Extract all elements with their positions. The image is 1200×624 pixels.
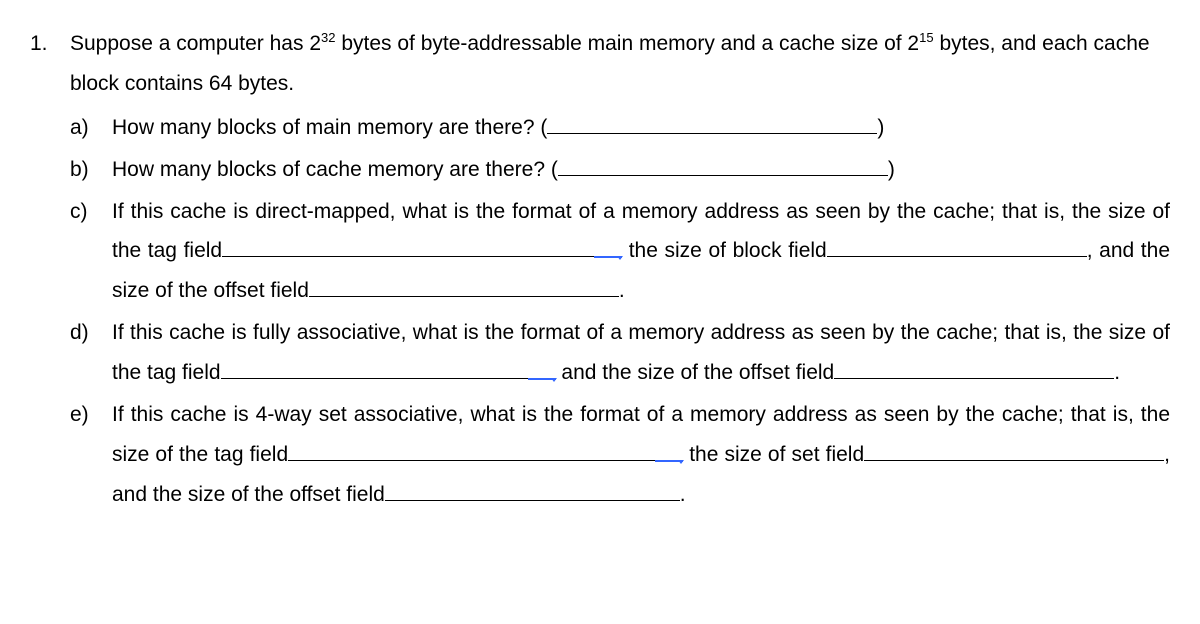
part-e: e) If this cache is 4-way set associativ… (70, 395, 1170, 515)
part-a: a) How many blocks of main memory are th… (70, 108, 1170, 148)
part-d: d) If this cache is fully associative, w… (70, 313, 1170, 393)
part-e-text-2: the size of set field (683, 443, 864, 466)
blank-d-offset[interactable] (834, 359, 1114, 379)
part-d-label: d) (70, 313, 112, 353)
problem-number: 1. (30, 24, 70, 64)
part-c-text-2: the size of block field (622, 239, 827, 262)
blank-a[interactable] (547, 114, 877, 134)
part-a-label: a) (70, 108, 112, 148)
part-b-text-2: ) (888, 158, 895, 181)
part-c-label: c) (70, 192, 112, 232)
part-b-body: How many blocks of cache memory are ther… (112, 150, 1170, 190)
problem-body: Suppose a computer has 232 bytes of byte… (70, 24, 1170, 515)
blank-c-block[interactable] (827, 238, 1087, 258)
part-c: c) If this cache is direct-mapped, what … (70, 192, 1170, 312)
blank-e-tag[interactable] (288, 441, 683, 461)
cursor-icon (594, 256, 622, 258)
part-a-text-1: How many blocks of main memory are there… (112, 116, 547, 139)
intro-text-1: Suppose a computer has 2 (70, 32, 321, 55)
cursor-icon (528, 378, 556, 380)
part-e-body: If this cache is 4-way set associative, … (112, 395, 1170, 515)
part-b-text-1: How many blocks of cache memory are ther… (112, 158, 558, 181)
part-a-text-2: ) (877, 116, 884, 139)
blank-c-offset[interactable] (309, 277, 619, 297)
part-c-text-4: . (619, 279, 625, 302)
blank-e-offset[interactable] (385, 481, 680, 501)
part-d-text-3: . (1114, 361, 1120, 384)
superscript-15: 15 (919, 30, 933, 45)
part-c-body: If this cache is direct-mapped, what is … (112, 192, 1170, 312)
part-a-body: How many blocks of main memory are there… (112, 108, 1170, 148)
superscript-32: 32 (321, 30, 335, 45)
cursor-icon (655, 460, 683, 462)
blank-d-tag[interactable] (221, 359, 556, 379)
problem-1: 1. Suppose a computer has 232 bytes of b… (30, 24, 1170, 515)
blank-e-set[interactable] (864, 441, 1164, 461)
part-d-body: If this cache is fully associative, what… (112, 313, 1170, 393)
blank-c-tag[interactable] (222, 238, 622, 258)
part-b: b) How many blocks of cache memory are t… (70, 150, 1170, 190)
intro-text-2: bytes of byte-addressable main memory an… (335, 32, 919, 55)
part-b-label: b) (70, 150, 112, 190)
part-e-text-4: . (680, 483, 686, 506)
part-e-label: e) (70, 395, 112, 435)
problem-intro: Suppose a computer has 232 bytes of byte… (70, 24, 1170, 104)
blank-b[interactable] (558, 156, 888, 176)
part-d-text-2: and the size of the offset field (556, 361, 835, 384)
